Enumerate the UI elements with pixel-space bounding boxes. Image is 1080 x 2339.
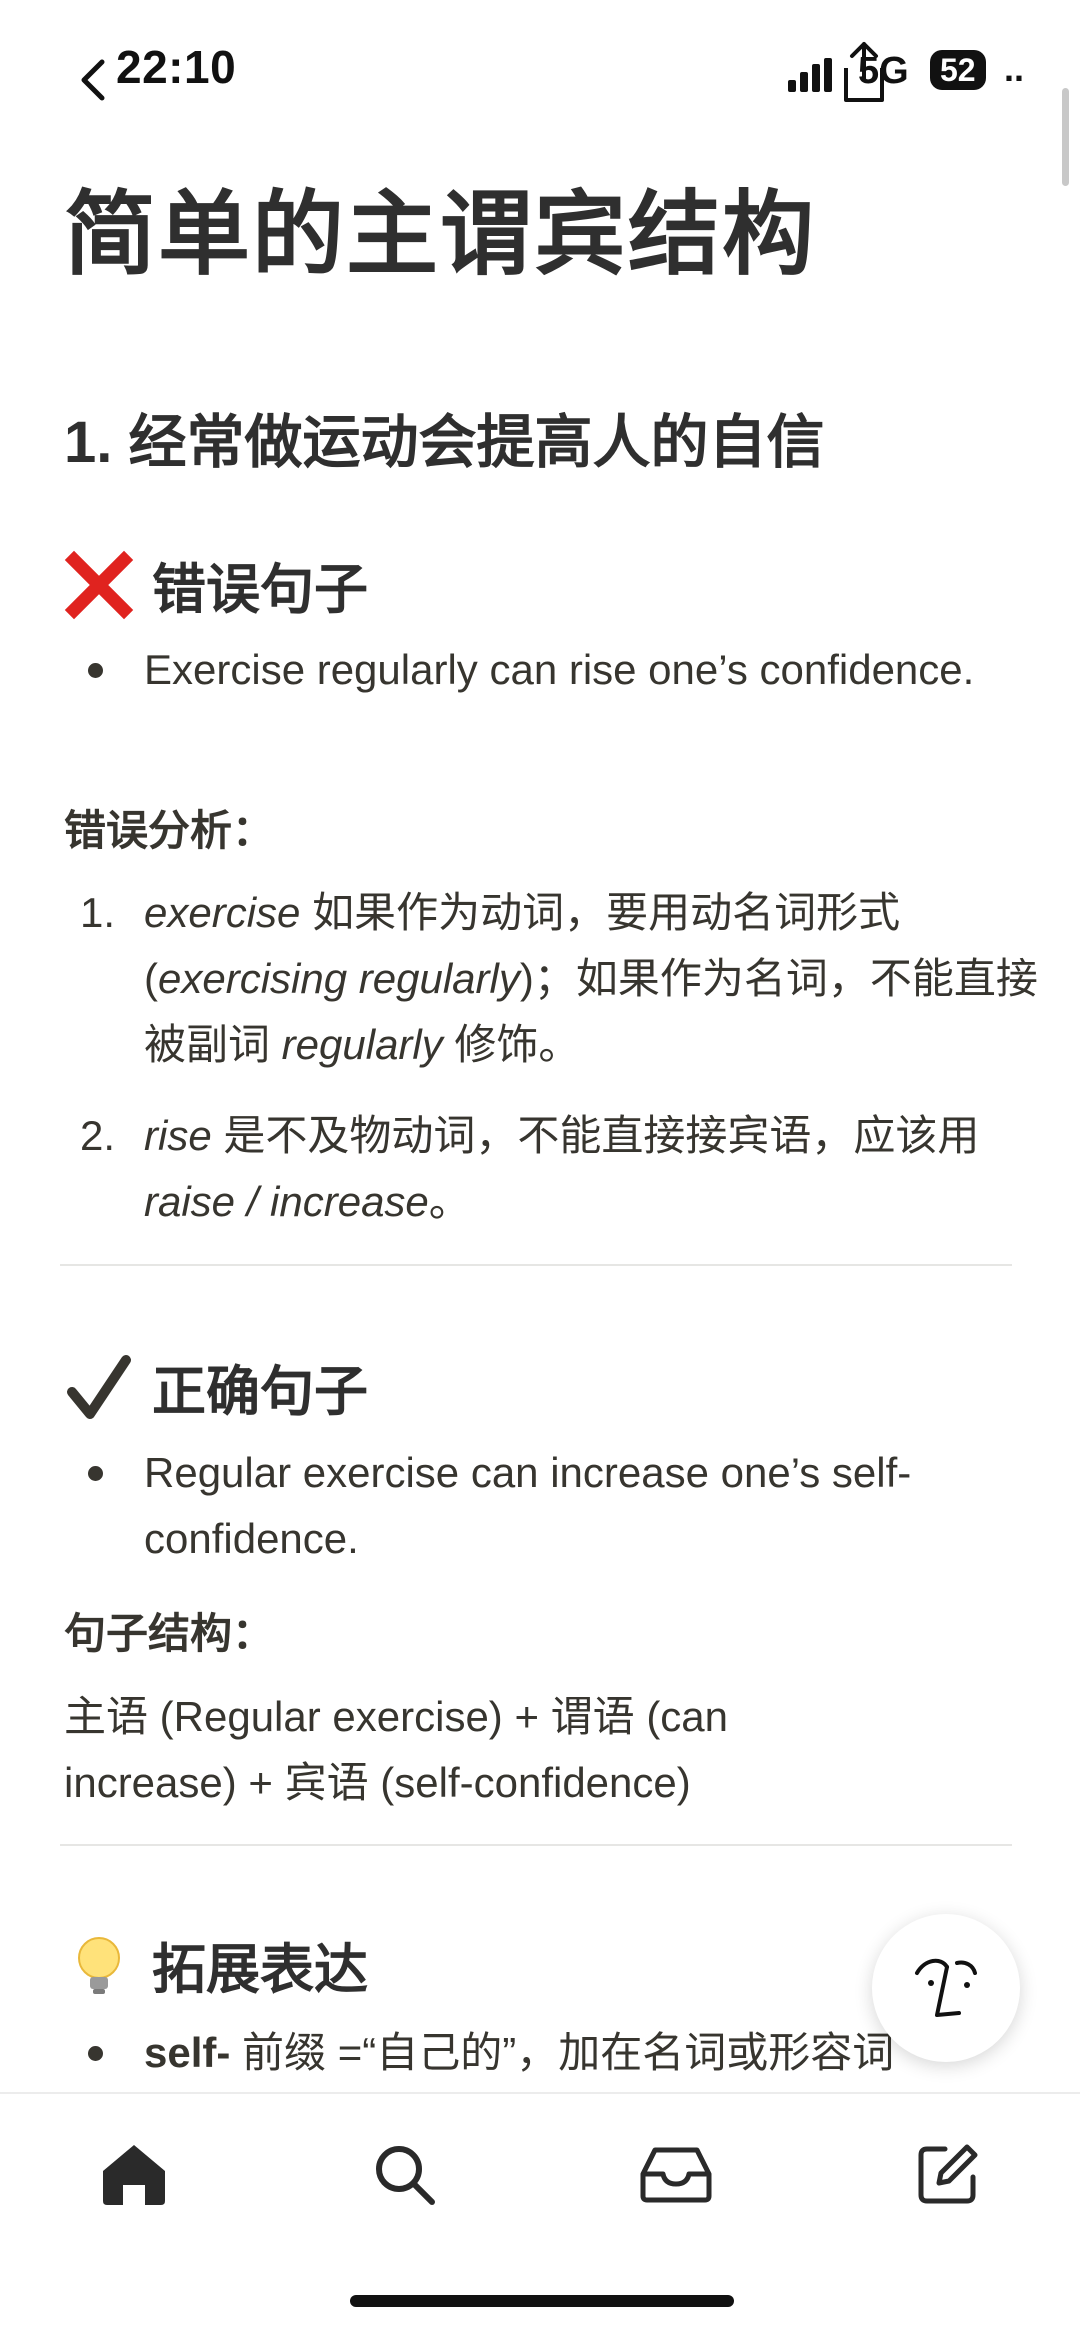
correct-heading: 正确句子 bbox=[64, 1347, 368, 1426]
expand-heading: 拓展表达 bbox=[64, 1925, 368, 2004]
compose-tab[interactable] bbox=[908, 2134, 988, 2214]
list-item: Regular exercise can increase one’s self… bbox=[64, 1440, 1014, 1572]
list-item: 1. exercise 如果作为动词，要用动名词形式 (exercising r… bbox=[64, 880, 1038, 1078]
search-icon bbox=[376, 2146, 435, 2205]
home-indicator bbox=[350, 2295, 734, 2307]
list-number: 2. bbox=[80, 1112, 116, 1159]
expand-item: self- 前缀 =“自己的”，加在名词或形容词 bbox=[144, 2029, 895, 2076]
analysis-label: 错误分析： bbox=[64, 807, 275, 854]
list-item: 2. rise 是不及物动词，不能直接接宾语，应该用 raise / incre… bbox=[64, 1103, 1014, 1235]
correct-sentence: Regular exercise can increase one’s self… bbox=[144, 1449, 912, 1562]
cross-mark-icon bbox=[64, 550, 134, 619]
light-bulb-icon bbox=[78, 1936, 120, 1994]
compose-icon bbox=[918, 2144, 978, 2204]
more-dots[interactable]: .. bbox=[1004, 48, 1024, 90]
wrong-sentence: Exercise regularly can rise one’s confid… bbox=[144, 646, 975, 693]
structure-label: 句子结构： bbox=[64, 1610, 275, 1657]
analysis-item-2: rise 是不及物动词，不能直接接宾语，应该用 raise / increase… bbox=[144, 1112, 980, 1225]
wrong-heading: 错误句子 bbox=[64, 545, 368, 624]
home-tab[interactable] bbox=[94, 2134, 174, 2214]
bullet-dot bbox=[88, 1466, 103, 1481]
correct-heading-label: 正确句子 bbox=[152, 1362, 368, 1422]
inbox-icon bbox=[640, 2147, 712, 2203]
status-bar: 22:10 5G 52 .. bbox=[0, 0, 1080, 150]
search-tab[interactable] bbox=[364, 2134, 444, 2214]
structure-text: 主语 (Regular exercise) + 谓语 (can increase… bbox=[64, 1693, 729, 1806]
list-item: Exercise regularly can rise one’s confid… bbox=[64, 637, 1014, 769]
divider bbox=[60, 1264, 1012, 1266]
signal-icon bbox=[788, 58, 832, 92]
network-label: 5G bbox=[858, 50, 909, 92]
analysis-item-1: exercise 如果作为动词，要用动名词形式 (exercising regu… bbox=[144, 889, 1038, 1068]
ai-assistant-button[interactable] bbox=[872, 1914, 1020, 2062]
list-item: self- 前缀 =“自己的”，加在名词或形容词 bbox=[64, 2020, 1014, 2086]
divider bbox=[60, 1844, 1012, 1846]
inbox-tab[interactable] bbox=[636, 2134, 716, 2214]
bullet-dot bbox=[88, 663, 103, 678]
scrollbar[interactable] bbox=[1062, 88, 1069, 186]
section-heading: 1. 经常做运动会提高人的自信 bbox=[64, 410, 825, 475]
expand-heading-label: 拓展表达 bbox=[152, 1940, 368, 2000]
chevron-left-icon[interactable] bbox=[78, 58, 108, 102]
wrong-heading-label: 错误句子 bbox=[152, 560, 368, 620]
battery-indicator: 52 bbox=[930, 50, 986, 90]
home-icon bbox=[103, 2145, 165, 2205]
status-time: 22:10 bbox=[116, 41, 237, 93]
check-mark-icon bbox=[67, 1354, 131, 1419]
bullet-dot bbox=[88, 2046, 103, 2061]
page-title: 简单的主谓宾结构 bbox=[64, 184, 817, 286]
list-number: 1. bbox=[80, 889, 116, 936]
notion-ai-face-icon bbox=[915, 1958, 977, 2017]
